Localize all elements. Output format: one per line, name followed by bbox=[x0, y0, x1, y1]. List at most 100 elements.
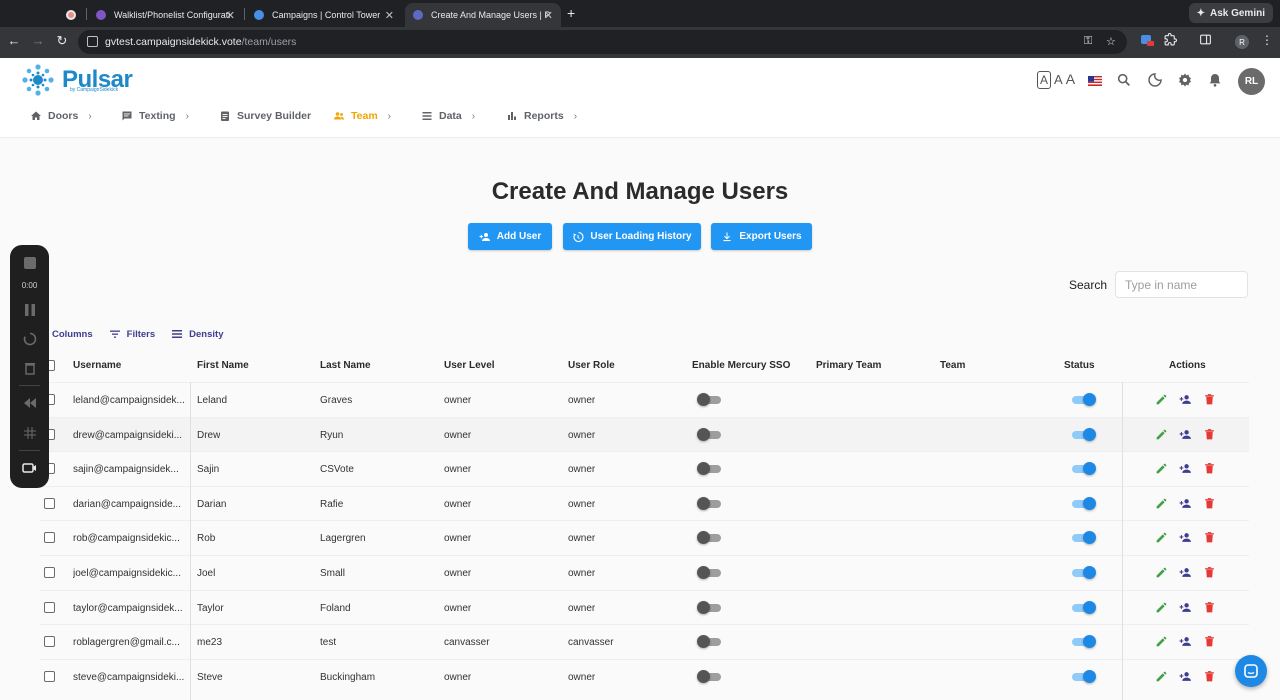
rewind-button[interactable] bbox=[10, 397, 49, 409]
tab-close-icon[interactable]: ✕ bbox=[226, 9, 235, 22]
density-button[interactable]: Density bbox=[171, 328, 223, 340]
camera-toggle-button[interactable] bbox=[10, 462, 49, 474]
table-row[interactable]: roblagergren@gmail.c... me23 test canvasser… bbox=[40, 624, 1249, 658]
table-row[interactable]: steve@campaignsideki... Steve Buckingham ow… bbox=[40, 658, 1249, 693]
row-checkbox[interactable] bbox=[44, 532, 55, 544]
filters-button[interactable]: Filters bbox=[109, 328, 155, 340]
assign-person-icon[interactable] bbox=[1179, 635, 1192, 648]
status-toggle[interactable] bbox=[1070, 600, 1096, 614]
chat-support-button[interactable] bbox=[1235, 655, 1267, 687]
delete-trash-icon[interactable] bbox=[1203, 601, 1216, 614]
row-checkbox[interactable] bbox=[44, 636, 55, 648]
delete-trash-icon[interactable] bbox=[1203, 531, 1216, 544]
new-tab-button[interactable]: + bbox=[567, 5, 575, 21]
browser-profile-avatar[interactable]: R bbox=[1235, 35, 1249, 49]
reload-icon[interactable]: ↻ bbox=[53, 33, 71, 49]
mercury-sso-toggle[interactable] bbox=[697, 496, 723, 510]
password-key-icon[interactable]: ⚿ bbox=[1084, 35, 1092, 48]
tab-close-icon[interactable]: ✕ bbox=[385, 9, 394, 22]
add-user-button[interactable]: Add User bbox=[468, 223, 552, 250]
search-icon[interactable] bbox=[1116, 72, 1132, 88]
assign-person-icon[interactable] bbox=[1179, 462, 1192, 475]
edit-pencil-icon[interactable] bbox=[1155, 670, 1168, 683]
text-size-medium-button[interactable]: A bbox=[1054, 72, 1063, 87]
edit-pencil-icon[interactable] bbox=[1155, 531, 1168, 544]
settings-gear-icon[interactable] bbox=[1177, 72, 1193, 88]
edit-pencil-icon[interactable] bbox=[1155, 462, 1168, 475]
browser-tab-walklist[interactable]: Walklist/Phonelist Configurati ✕ bbox=[88, 3, 243, 27]
assign-person-icon[interactable] bbox=[1179, 393, 1192, 406]
header-user-level[interactable]: User Level bbox=[444, 360, 495, 371]
assign-person-icon[interactable] bbox=[1179, 428, 1192, 441]
user-loading-history-button[interactable]: User Loading History bbox=[563, 223, 701, 250]
mercury-sso-toggle[interactable] bbox=[697, 427, 723, 441]
status-toggle[interactable] bbox=[1070, 635, 1096, 649]
nav-item-texting[interactable]: Texting › bbox=[121, 110, 189, 122]
nav-item-doors[interactable]: Doors › bbox=[30, 110, 92, 122]
row-checkbox[interactable] bbox=[44, 601, 55, 613]
grid-overlay-button[interactable] bbox=[10, 427, 49, 439]
header-enable-mercury-sso[interactable]: Enable Mercury SSO bbox=[692, 360, 790, 371]
mercury-sso-toggle[interactable] bbox=[697, 600, 723, 614]
table-row[interactable]: taylor@campaignsidek... Taylor Foland owner… bbox=[40, 589, 1249, 624]
header-status[interactable]: Status bbox=[1064, 360, 1095, 371]
row-checkbox[interactable] bbox=[44, 567, 55, 578]
us-flag-icon[interactable] bbox=[1088, 76, 1102, 86]
browser-menu-icon[interactable]: ⋮ bbox=[1261, 33, 1273, 47]
table-row[interactable]: rob@campaignsidekic... Rob Lagergren owner o… bbox=[40, 520, 1249, 554]
status-toggle[interactable] bbox=[1070, 531, 1096, 545]
delete-trash-icon[interactable] bbox=[1203, 670, 1216, 683]
edit-pencil-icon[interactable] bbox=[1155, 566, 1168, 579]
search-input[interactable] bbox=[1115, 271, 1248, 298]
dark-mode-moon-icon[interactable] bbox=[1147, 72, 1163, 88]
browser-tab-recording[interactable] bbox=[58, 3, 88, 27]
side-panel-icon[interactable] bbox=[1199, 33, 1212, 49]
row-checkbox[interactable] bbox=[44, 670, 55, 682]
nav-item-data[interactable]: Data › bbox=[421, 110, 475, 122]
edit-pencil-icon[interactable] bbox=[1155, 635, 1168, 648]
url-omnibox[interactable]: gvtest.campaignsidekick.vote/team/users … bbox=[78, 30, 1127, 54]
status-toggle[interactable] bbox=[1070, 393, 1096, 406]
header-username[interactable]: Username bbox=[73, 360, 121, 371]
table-row[interactable]: darian@campaignside... Darian Rafie owner ow… bbox=[40, 485, 1249, 520]
forward-icon[interactable]: → bbox=[29, 33, 47, 48]
restart-button[interactable] bbox=[10, 332, 49, 346]
user-avatar[interactable]: RL bbox=[1238, 68, 1265, 95]
delete-trash-icon[interactable] bbox=[1203, 635, 1216, 648]
row-checkbox[interactable] bbox=[44, 497, 55, 509]
mercury-sso-toggle[interactable] bbox=[697, 566, 723, 579]
table-row[interactable]: sajin@campaignsidek... Sajin CSVote owner ow… bbox=[40, 451, 1249, 485]
browser-tab-campaigns[interactable]: Campaigns | Control Tower ✕ bbox=[246, 3, 402, 27]
assign-person-icon[interactable] bbox=[1179, 531, 1192, 544]
header-user-role[interactable]: User Role bbox=[568, 360, 615, 371]
mercury-sso-toggle[interactable] bbox=[697, 635, 723, 649]
status-toggle[interactable] bbox=[1070, 669, 1096, 683]
header-primary-team[interactable]: Primary Team bbox=[816, 360, 881, 371]
nav-item-survey-builder[interactable]: Survey Builder bbox=[219, 110, 311, 122]
extension-badge-icon[interactable] bbox=[1140, 33, 1154, 50]
status-toggle[interactable] bbox=[1070, 566, 1096, 579]
assign-person-icon[interactable] bbox=[1179, 601, 1192, 614]
mercury-sso-toggle[interactable] bbox=[697, 462, 723, 476]
site-info-icon[interactable] bbox=[87, 36, 98, 47]
delete-recording-button[interactable] bbox=[10, 361, 49, 375]
assign-person-icon[interactable] bbox=[1179, 497, 1192, 510]
back-icon[interactable]: ← bbox=[5, 33, 23, 48]
nav-item-team[interactable]: Team › bbox=[333, 110, 391, 122]
assign-person-icon[interactable] bbox=[1179, 566, 1192, 579]
delete-trash-icon[interactable] bbox=[1203, 566, 1216, 579]
delete-trash-icon[interactable] bbox=[1203, 462, 1216, 475]
export-users-button[interactable]: Export Users bbox=[711, 223, 812, 250]
browser-tab-users[interactable]: Create And Manage Users | P ✕ bbox=[405, 3, 561, 27]
table-row[interactable]: joel@campaignsidekic... Joel Small owner own… bbox=[40, 555, 1249, 589]
delete-trash-icon[interactable] bbox=[1203, 497, 1216, 510]
mercury-sso-toggle[interactable] bbox=[697, 669, 723, 683]
text-size-large-button[interactable]: A bbox=[1066, 71, 1075, 87]
extensions-puzzle-icon[interactable] bbox=[1164, 33, 1177, 49]
header-first-name[interactable]: First Name bbox=[197, 360, 249, 371]
mercury-sso-toggle[interactable] bbox=[697, 393, 723, 406]
text-size-small-button[interactable]: A bbox=[1037, 71, 1052, 89]
edit-pencil-icon[interactable] bbox=[1155, 497, 1168, 510]
delete-trash-icon[interactable] bbox=[1203, 428, 1216, 441]
header-last-name[interactable]: Last Name bbox=[320, 360, 371, 371]
